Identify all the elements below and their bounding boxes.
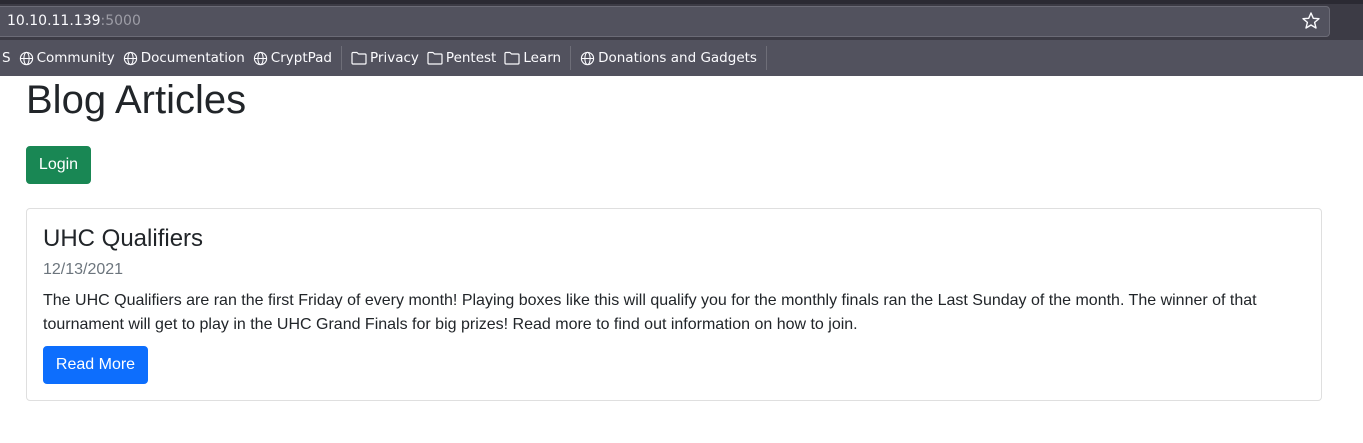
- read-more-button[interactable]: Read More: [43, 346, 148, 384]
- login-button[interactable]: Login: [26, 146, 91, 184]
- article-title: UHC Qualifiers: [43, 225, 204, 252]
- folder-icon: [504, 51, 520, 65]
- bookmark-separator: [765, 46, 767, 70]
- folder-icon: [351, 51, 367, 65]
- bookmark-label: Community: [36, 50, 115, 66]
- bookmark-folder-privacy[interactable]: Privacy: [347, 45, 423, 71]
- page-title: Blog Articles: [26, 78, 247, 122]
- browser-chrome: 10.10.11.139:5000 S Community Documentat…: [0, 0, 1363, 76]
- bookmark-star-icon[interactable]: [1301, 11, 1321, 31]
- article-body: The UHC Qualifiers are ran the first Fri…: [43, 292, 1257, 333]
- globe-icon: [253, 51, 267, 65]
- bookmark-label: Privacy: [370, 50, 419, 66]
- url-host: 10.10.11.139: [7, 13, 101, 29]
- url-text[interactable]: 10.10.11.139:5000: [7, 13, 141, 29]
- bookmark-documentation[interactable]: Documentation: [119, 45, 249, 71]
- address-bar[interactable]: 10.10.11.139:5000: [0, 6, 1330, 37]
- bookmark-label: Learn: [523, 50, 562, 66]
- folder-icon: [427, 51, 443, 65]
- globe-icon: [580, 51, 595, 65]
- url-port: :5000: [100, 13, 141, 29]
- bookmark-donations[interactable]: Donations and Gadgets: [576, 45, 761, 71]
- globe-icon: [19, 51, 33, 65]
- bookmarks-toolbar: S Community Documentation CryptPad Priva…: [0, 40, 1363, 76]
- bookmark-community[interactable]: Community: [15, 45, 119, 71]
- bookmark-separator: [341, 46, 343, 70]
- bookmark-label: CryptPad: [270, 50, 333, 66]
- bookmark-label: Pentest: [445, 50, 497, 66]
- page-content: Blog Articles Login UHC Qualifiers 12/13…: [0, 76, 1363, 443]
- bookmark-partial[interactable]: S: [0, 45, 15, 71]
- bookmark-separator: [570, 46, 572, 70]
- tab-strip: [0, 0, 1363, 4]
- bookmark-folder-learn[interactable]: Learn: [500, 45, 565, 71]
- bookmark-cryptpad[interactable]: CryptPad: [249, 45, 336, 71]
- bookmark-label: Documentation: [140, 50, 245, 66]
- article-date: 12/13/2021: [43, 261, 124, 278]
- bookmark-folder-pentest[interactable]: Pentest: [423, 45, 500, 71]
- globe-icon: [123, 51, 137, 65]
- bookmark-label: Donations and Gadgets: [598, 50, 757, 66]
- article-card: UHC Qualifiers 12/13/2021 The UHC Qualif…: [26, 208, 1322, 401]
